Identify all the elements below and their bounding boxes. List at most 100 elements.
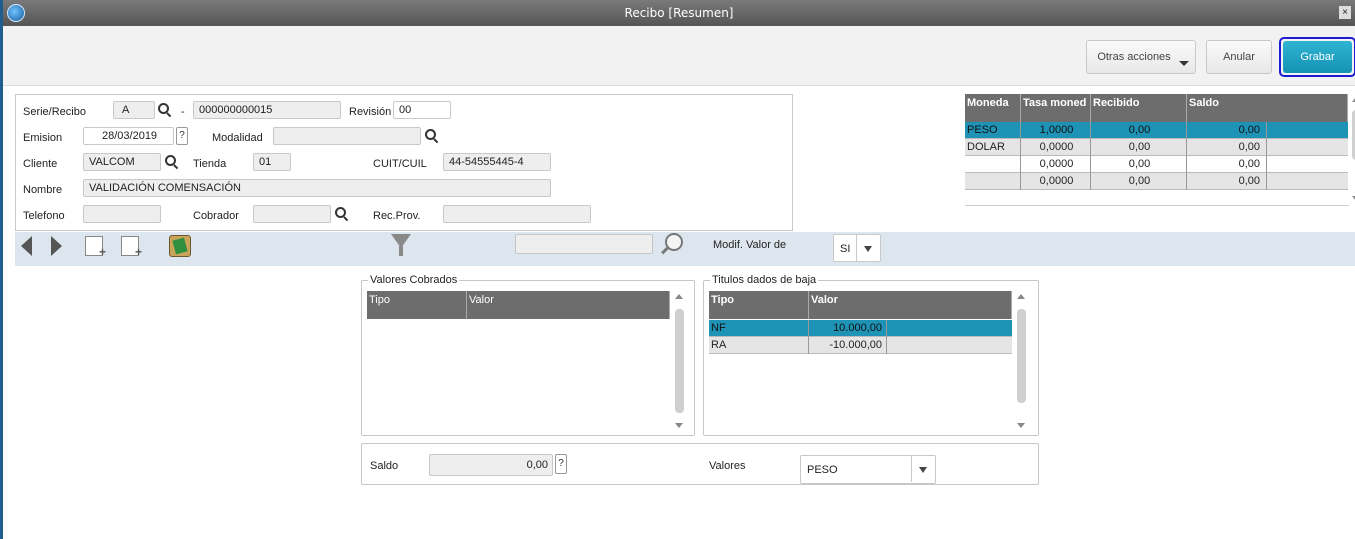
recibido-cell: 0,00 xyxy=(1091,139,1187,156)
titulos-baja-group: Titulos dados de baja Tipo Valor NF 10.0… xyxy=(703,274,1039,436)
telefono-field[interactable] xyxy=(83,205,161,223)
money-icon[interactable] xyxy=(169,235,191,257)
serie-field[interactable]: A xyxy=(113,101,155,119)
search-icon[interactable] xyxy=(165,155,179,169)
tipo-cell: NF xyxy=(709,320,809,337)
nombre-label: Nombre xyxy=(23,184,63,196)
tasa-cell: 1,0000 xyxy=(1021,122,1091,139)
scroll-up-icon[interactable] xyxy=(675,294,683,299)
otras-acciones-button[interactable]: Otras acciones xyxy=(1086,40,1196,74)
cobrador-field[interactable] xyxy=(253,205,331,223)
emision-date-field[interactable]: 28/03/2019 xyxy=(83,127,174,145)
chevron-down-icon[interactable] xyxy=(856,235,880,261)
search-icon[interactable] xyxy=(425,129,439,143)
search-input[interactable] xyxy=(515,234,653,254)
dash-label: - xyxy=(181,106,185,118)
tipo-cell: RA xyxy=(709,337,809,354)
anular-button[interactable]: Anular xyxy=(1206,40,1272,74)
saldo-cell: 0,00 xyxy=(1187,173,1267,190)
valores-cobrados-group: Valores Cobrados Tipo Valor xyxy=(361,274,695,436)
recibido-cell: 0,00 xyxy=(1091,122,1187,139)
revision-field[interactable]: 00 xyxy=(393,101,451,119)
table-row[interactable]: NF 10.000,00 xyxy=(709,320,1012,337)
filter-icon[interactable] xyxy=(391,234,411,256)
valores-cobrados-legend: Valores Cobrados xyxy=(368,274,460,286)
search-icon[interactable] xyxy=(659,233,683,257)
scroll-up-icon[interactable] xyxy=(1017,294,1025,299)
tasa-cell: 0,0000 xyxy=(1021,139,1091,156)
moneda-cell xyxy=(965,173,1021,190)
scroll-thumb[interactable] xyxy=(675,309,684,413)
table-row[interactable]: PESO 1,0000 0,00 0,00 xyxy=(965,122,1348,139)
moneda-grid: Moneda Tasa moned Recibido Saldo PESO 1,… xyxy=(965,94,1355,206)
moneda-cell: DOLAR xyxy=(965,139,1021,156)
table-row[interactable]: RA -10.000,00 xyxy=(709,337,1012,354)
previous-icon[interactable] xyxy=(21,236,32,256)
close-icon[interactable]: × xyxy=(1339,6,1351,19)
cliente-field[interactable]: VALCOM xyxy=(83,153,161,171)
saldo-cell: 0,00 xyxy=(1187,122,1267,139)
search-icon[interactable] xyxy=(158,103,172,117)
vertical-scrollbar[interactable] xyxy=(1349,94,1355,204)
recprov-field[interactable] xyxy=(443,205,591,223)
table-row[interactable]: 0,0000 0,00 0,00 xyxy=(965,173,1348,190)
valores-select[interactable]: PESO xyxy=(800,455,936,484)
recprov-label: Rec.Prov. xyxy=(373,210,421,222)
recibo-window: Recibo [Resumen] × Otras acciones Anular… xyxy=(0,0,1355,539)
tienda-field[interactable]: 01 xyxy=(253,153,291,171)
valores-grid-header: Tipo Valor xyxy=(367,291,670,319)
tasa-cell: 0,0000 xyxy=(1021,173,1091,190)
cliente-label: Cliente xyxy=(23,158,58,170)
title-bar: Recibo [Resumen] × xyxy=(3,0,1355,26)
vertical-scrollbar[interactable] xyxy=(672,291,686,431)
chevron-down-icon[interactable] xyxy=(911,456,935,482)
table-row[interactable]: 0,0000 0,00 0,00 xyxy=(965,156,1348,173)
column-header[interactable]: Recibido xyxy=(1091,94,1187,122)
titulos-grid-header: Tipo Valor xyxy=(709,291,1012,319)
column-header[interactable]: Moneda xyxy=(965,94,1021,122)
modif-valor-label: Modif. Valor de xyxy=(713,239,787,251)
scroll-down-icon[interactable] xyxy=(675,423,683,428)
help-button[interactable]: ? xyxy=(555,454,567,474)
recibo-number-field[interactable]: 000000000015 xyxy=(193,101,341,119)
scroll-down-icon[interactable] xyxy=(1017,423,1025,428)
saldo-field[interactable]: 0,00 xyxy=(429,454,553,476)
column-header[interactable]: Valor xyxy=(809,291,1012,319)
recibo-header-form: Serie/Recibo A - 000000000015 Revisión 0… xyxy=(15,94,793,231)
telefono-label: Telefono xyxy=(23,210,65,222)
table-row[interactable]: DOLAR 0,0000 0,00 0,00 xyxy=(965,139,1348,156)
column-header[interactable]: Tipo xyxy=(709,291,809,319)
help-button[interactable]: ? xyxy=(176,127,188,145)
column-header[interactable]: Tipo xyxy=(367,291,467,319)
valores-label: Valores xyxy=(709,460,746,472)
grabar-button[interactable]: Grabar xyxy=(1283,41,1352,73)
window-title: Recibo [Resumen] xyxy=(624,6,734,20)
tasa-cell: 0,0000 xyxy=(1021,156,1091,173)
search-icon[interactable] xyxy=(335,207,349,221)
scroll-thumb[interactable] xyxy=(1017,309,1026,403)
valores-value: PESO xyxy=(807,464,838,476)
column-header[interactable]: Saldo xyxy=(1187,94,1348,122)
navigation-toolbar: Modif. Valor de SI xyxy=(15,232,1355,266)
moneda-cell: PESO xyxy=(965,122,1021,139)
modif-valor-select[interactable]: SI xyxy=(833,234,881,262)
moneda-grid-header: Moneda Tasa moned Recibido Saldo xyxy=(965,94,1348,122)
add-document-icon[interactable] xyxy=(85,236,106,259)
cuit-field[interactable]: 44-54555445-4 xyxy=(443,153,551,171)
saldo-cell: 0,00 xyxy=(1187,156,1267,173)
modif-valor-value: SI xyxy=(840,243,851,255)
column-header[interactable]: Tasa moned xyxy=(1021,94,1091,122)
titulos-baja-legend: Titulos dados de baja xyxy=(710,274,819,286)
nombre-field[interactable]: VALIDACIÓN COMENSACIÓN xyxy=(83,179,551,197)
vertical-scrollbar[interactable] xyxy=(1014,291,1028,431)
valor-cell: 10.000,00 xyxy=(809,320,887,337)
cuit-label: CUIT/CUIL xyxy=(373,158,427,170)
column-header[interactable]: Valor xyxy=(467,291,670,319)
valor-cell: -10.000,00 xyxy=(809,337,887,354)
modalidad-field[interactable] xyxy=(273,127,421,145)
action-toolbar: Otras acciones Anular Grabar xyxy=(3,26,1355,86)
caret-down-icon xyxy=(1179,61,1189,66)
next-icon[interactable] xyxy=(51,236,62,256)
otras-acciones-label: Otras acciones xyxy=(1097,51,1171,63)
add-document-icon[interactable] xyxy=(121,236,142,259)
